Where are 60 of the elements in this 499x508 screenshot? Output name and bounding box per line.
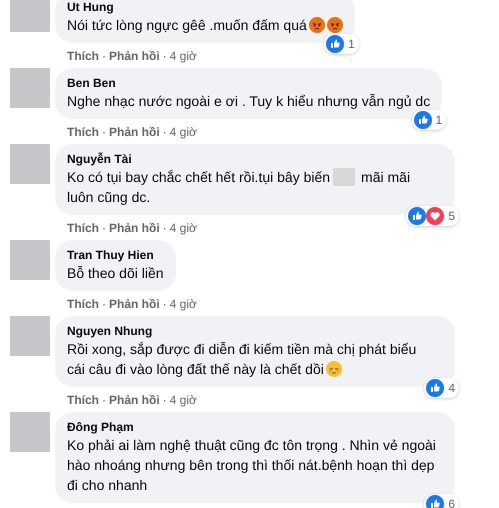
separator-dot: ·	[162, 392, 167, 406]
redaction-block	[333, 168, 356, 186]
thumbs-up-icon	[408, 207, 426, 225]
avatar-placeholder[interactable]	[10, 316, 50, 356]
comment-author[interactable]: Nguyễn Tài	[67, 151, 443, 167]
comment-timestamp[interactable]: 4 giờ	[170, 392, 197, 406]
thumbs-up-icon	[426, 379, 444, 397]
comment-text: Ko phải ai làm nghệ thuật cũng đc tôn trọng . Nhìn vẻ ngoài hào nhoáng nhưng bên trong thì thối nát.bệnh hoạn thì dẹp đi cho nhanh	[67, 437, 436, 493]
separator-dot: ·	[162, 124, 167, 138]
comment-author[interactable]: Nguyen Nhung	[67, 323, 443, 339]
comment-text: Bỗ theo dõi liền	[67, 265, 164, 281]
comment-action-link[interactable]: Phản hồi	[109, 220, 160, 234]
comment-action-link[interactable]: Thích	[67, 296, 99, 310]
reaction-summary[interactable]: 1	[324, 34, 359, 54]
comment-action-link[interactable]: Phản hồi	[109, 296, 160, 310]
separator-dot: ·	[102, 220, 106, 234]
comment-author[interactable]: Tran Thuy Hien	[67, 247, 164, 263]
avatar-placeholder[interactable]	[10, 0, 50, 32]
comment-text: Nói tức lòng ngực gêê .muốn đấm quá	[67, 16, 307, 35]
separator-dot: ·	[102, 392, 106, 406]
comment-timestamp[interactable]: 4 giờ	[170, 48, 197, 62]
comment-text: luôn cũng dc.	[67, 188, 150, 207]
comment-action-link[interactable]: Phản hồi	[109, 124, 160, 138]
comment-text: cái câu đi vào lòng đất thế này là chết dồi	[67, 360, 324, 379]
comment-text: mãi mãi	[361, 168, 410, 187]
avatar-placeholder[interactable]	[10, 240, 50, 280]
comment-text: Rồi xong, sắp được đi diễn đi kiếm tiền mà chị phát biểu	[67, 340, 416, 359]
avatar-placeholder[interactable]	[10, 412, 50, 452]
angry-face-icon	[326, 17, 343, 33]
comment-timestamp[interactable]: 4 giờ	[170, 296, 197, 310]
avatar-placeholder[interactable]	[10, 144, 50, 184]
reaction-summary[interactable]: 6	[424, 494, 459, 508]
comment-action-link[interactable]: Phản hồi	[109, 392, 160, 406]
comment-text: Nghe nhạc nước ngoài e ơi . Tuy k hiểu nhưng vẫn ngủ dc	[67, 93, 430, 109]
separator-dot: ·	[102, 48, 106, 62]
separator-dot: ·	[102, 124, 106, 138]
smiling-face-icon	[326, 361, 342, 377]
thumbs-up-icon	[414, 111, 432, 129]
reaction-summary[interactable]: 4	[424, 378, 459, 398]
comment-author[interactable]: Đông Phạm	[67, 419, 443, 435]
comment-timestamp[interactable]: 4 giờ	[170, 124, 197, 138]
separator-dot: ·	[162, 296, 167, 310]
avatar-placeholder[interactable]	[10, 68, 50, 108]
reaction-summary[interactable]: 5	[406, 206, 459, 226]
comment-timestamp[interactable]: 4 giờ	[170, 220, 197, 234]
angry-face-icon	[308, 17, 325, 33]
comment-text: Ko có tụi bay chắc chết hết rồi.tụi bây biến	[67, 168, 330, 187]
comment-action-link[interactable]: Thích	[67, 220, 99, 234]
comment-action-link[interactable]: Thích	[67, 392, 99, 406]
separator-dot: ·	[162, 220, 167, 234]
comment-action-link[interactable]: Phản hồi	[109, 48, 160, 62]
comment-action-link[interactable]: Thích	[67, 124, 99, 138]
thumbs-up-icon	[326, 35, 344, 53]
separator-dot: ·	[162, 48, 167, 62]
thumbs-up-icon	[426, 495, 444, 508]
comment-author[interactable]: Ut Hung	[67, 0, 343, 15]
reaction-summary[interactable]: 1	[412, 110, 446, 130]
comment-author[interactable]: Ben Ben	[67, 75, 430, 91]
separator-dot: ·	[102, 296, 106, 310]
comment-action-link[interactable]: Thích	[67, 48, 99, 62]
